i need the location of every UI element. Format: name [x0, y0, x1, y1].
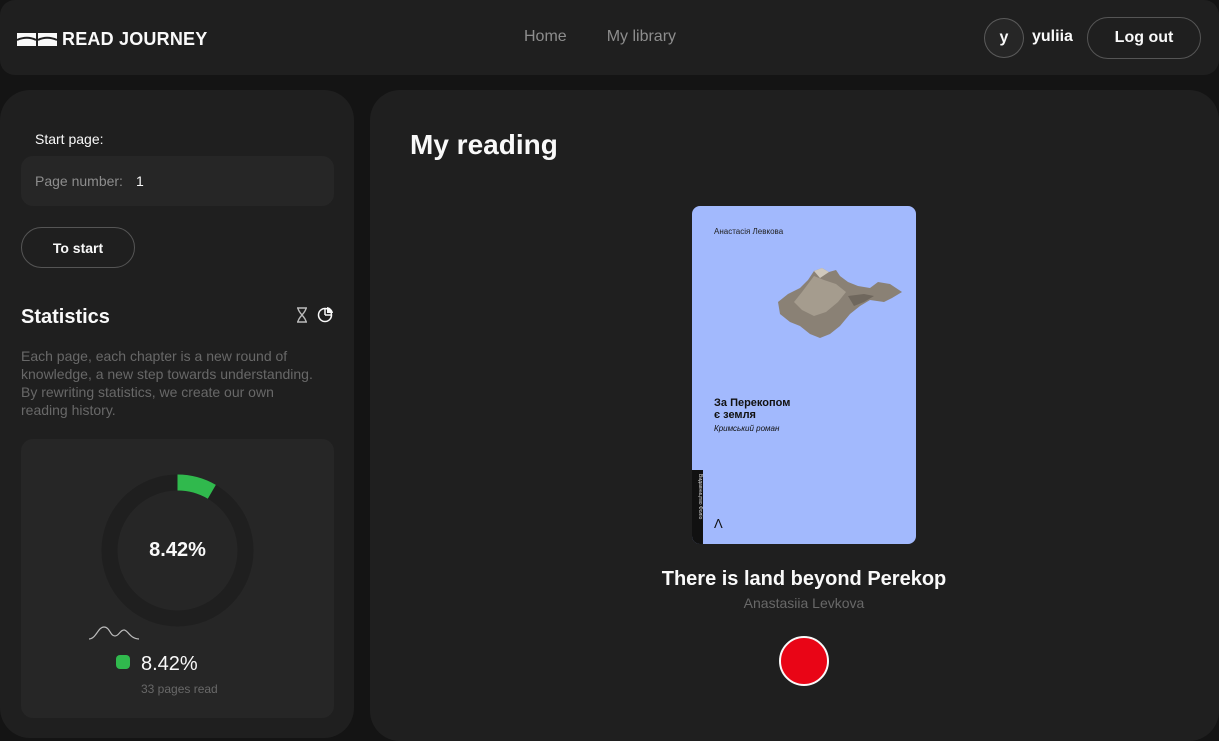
- nav-home[interactable]: Home: [524, 28, 567, 46]
- progress-legend-dot: [116, 655, 130, 669]
- cover-author: Анастасія Левкова: [714, 227, 784, 236]
- book-author: Anastasiia Levkova: [743, 595, 865, 611]
- logout-button[interactable]: Log out: [1087, 17, 1201, 59]
- hourglass-icon[interactable]: [295, 307, 309, 323]
- wave-icon: [88, 626, 140, 640]
- progress-percent: 8.42%: [149, 539, 206, 561]
- avatar[interactable]: y: [984, 18, 1024, 58]
- cover-spine-text: Видавництво Фоліо: [697, 474, 703, 520]
- logo-text: READ JOURNEY: [62, 29, 208, 49]
- publisher-logo-icon: Λ: [714, 516, 723, 531]
- book-cover: Анастасія Левкова За Перекопом є земля К…: [692, 206, 916, 544]
- crimea-stone-image: [778, 268, 902, 338]
- user-name: yuliia: [1032, 28, 1073, 45]
- record-button[interactable]: [779, 636, 829, 686]
- page-title: My reading: [410, 129, 558, 160]
- progress-legend-value: 8.42%: [141, 653, 198, 675]
- pages-read: 33 pages read: [141, 682, 218, 696]
- nav-my-library[interactable]: My library: [607, 28, 676, 46]
- book-title: There is land beyond Perekop: [661, 568, 947, 590]
- page-number-value[interactable]: 1: [136, 173, 144, 189]
- cover-subtitle: Кримський роман: [714, 424, 780, 433]
- start-page-label: Start page:: [35, 131, 104, 147]
- main-nav: Home My library: [524, 28, 676, 46]
- logo[interactable]: READ JOURNEY: [16, 29, 207, 50]
- cover-title: За Перекопом є земля: [714, 397, 791, 421]
- to-start-button[interactable]: To start: [21, 227, 135, 268]
- header: READ JOURNEY Home My library y yuliia Lo…: [0, 0, 1219, 75]
- statistics-title: Statistics: [21, 306, 110, 328]
- pie-chart-icon[interactable]: [317, 306, 334, 323]
- page-number-field[interactable]: Page number: 1: [21, 156, 334, 206]
- page-number-placeholder: Page number:: [35, 173, 123, 189]
- statistics-description: Each page, each chapter is a new round o…: [21, 348, 313, 418]
- logo-book-icon: [16, 33, 58, 46]
